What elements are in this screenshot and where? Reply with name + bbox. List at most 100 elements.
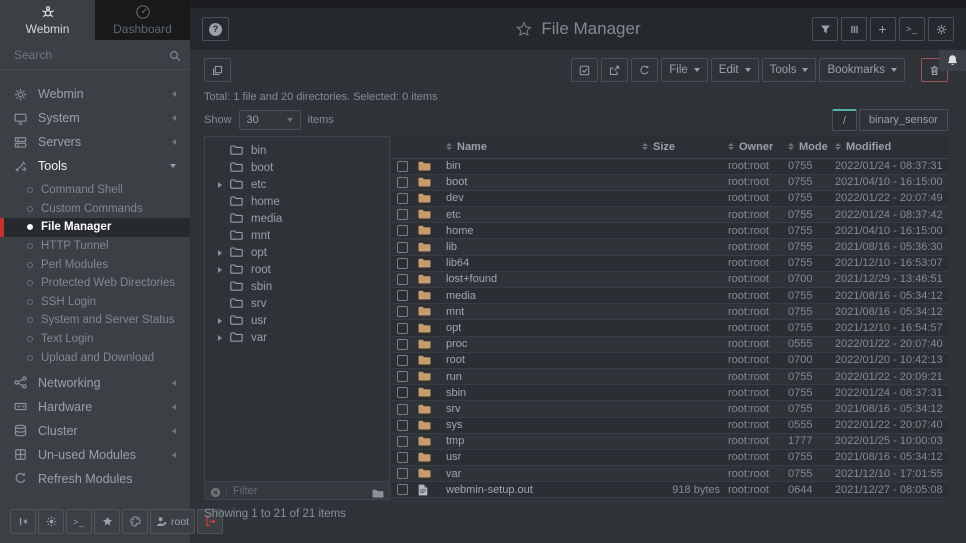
menu-file-button[interactable]: File xyxy=(661,58,708,82)
table-row-etc[interactable]: etcroot:root07552022/01/24 - 08:37:42 xyxy=(392,207,948,223)
terminal-button[interactable]: >_ xyxy=(899,17,925,41)
sort-icon[interactable] xyxy=(728,143,734,150)
cell-name[interactable]: sys xyxy=(446,417,642,433)
sort-icon[interactable] xyxy=(835,143,841,150)
row-checkbox[interactable] xyxy=(397,339,408,350)
tree-item-etc[interactable]: etc xyxy=(205,176,389,193)
row-checkbox[interactable] xyxy=(397,484,408,495)
tree-item-bin[interactable]: bin xyxy=(205,142,389,159)
cell-name[interactable]: proc xyxy=(446,336,642,352)
sidebar-item-hardware[interactable]: Hardware xyxy=(0,395,190,419)
notifications-tab[interactable] xyxy=(939,50,966,71)
sidebar-subitem-custom-commands[interactable]: Custom Commands xyxy=(0,200,190,219)
sort-icon[interactable] xyxy=(446,143,452,150)
sidebar-item-un-used-modules[interactable]: Un-used Modules xyxy=(0,443,190,467)
sidebar-subitem-command-shell[interactable]: Command Shell xyxy=(0,181,190,200)
sidebar-subitem-system-and-server-status[interactable]: System and Server Status xyxy=(0,311,190,330)
cell-name[interactable]: home xyxy=(446,223,642,239)
menu-bookmarks-button[interactable]: Bookmarks xyxy=(819,58,905,82)
tree-item-home[interactable]: home xyxy=(205,193,389,210)
cell-name[interactable]: bin xyxy=(446,158,642,174)
tree-item-srv[interactable]: srv xyxy=(205,295,389,312)
settings-button[interactable] xyxy=(928,17,954,41)
cell-name[interactable]: var xyxy=(446,466,642,482)
expand-caret-icon[interactable] xyxy=(218,267,230,273)
table-row-tmp[interactable]: tmproot:root17772022/01/25 - 10:00:03 xyxy=(392,433,948,449)
table-row-dev[interactable]: devroot:root07552022/01/22 - 20:07:49 xyxy=(392,190,948,206)
row-checkbox[interactable] xyxy=(397,436,408,447)
cell-name[interactable]: boot xyxy=(446,174,642,190)
theme-palette-button[interactable] xyxy=(122,509,148,534)
favorites-star-button[interactable] xyxy=(94,509,120,534)
cell-name[interactable]: webmin-setup.out xyxy=(446,482,642,498)
cell-name[interactable]: lost+found xyxy=(446,271,642,287)
sort-icon[interactable] xyxy=(788,143,794,150)
tree-item-mnt[interactable]: mnt xyxy=(205,227,389,244)
table-row-sys[interactable]: sysroot:root05552022/01/22 - 20:07:40 xyxy=(392,417,948,433)
cell-name[interactable]: media xyxy=(446,288,642,304)
share-button[interactable] xyxy=(601,58,628,82)
tree-item-sbin[interactable]: sbin xyxy=(205,278,389,295)
row-checkbox[interactable] xyxy=(397,225,408,236)
cell-name[interactable]: root xyxy=(446,352,642,368)
table-row-root[interactable]: rootroot:root07002022/01/20 - 10:42:13 xyxy=(392,352,948,368)
folder-goto-icon[interactable] xyxy=(372,486,384,496)
sidebar-item-servers[interactable]: Servers xyxy=(0,130,190,154)
search-input[interactable] xyxy=(14,48,169,62)
row-checkbox[interactable] xyxy=(397,274,408,285)
table-row-var[interactable]: varroot:root07552021/12/10 - 17:01:55 xyxy=(392,466,948,482)
table-row-sbin[interactable]: sbinroot:root07552022/01/24 - 08:37:31 xyxy=(392,385,948,401)
columns-button[interactable] xyxy=(841,17,867,41)
row-checkbox[interactable] xyxy=(397,355,408,366)
sidebar-item-networking[interactable]: Networking xyxy=(0,371,190,395)
table-row-mnt[interactable]: mntroot:root07552021/08/16 - 05:34:12 xyxy=(392,304,948,320)
select-all-button[interactable] xyxy=(571,58,598,82)
plus-button[interactable]: + xyxy=(870,17,896,41)
tree-item-opt[interactable]: opt xyxy=(205,244,389,261)
tree-item-root[interactable]: root xyxy=(205,261,389,278)
cell-name[interactable]: sbin xyxy=(446,385,642,401)
filter-button[interactable] xyxy=(812,17,838,41)
cell-name[interactable]: srv xyxy=(446,401,642,417)
sidebar-subitem-protected-web-directories[interactable]: Protected Web Directories xyxy=(0,274,190,293)
cell-name[interactable]: dev xyxy=(446,190,642,206)
row-checkbox[interactable] xyxy=(397,258,408,269)
column-header-size[interactable]: Size xyxy=(642,136,728,158)
brightness-button[interactable] xyxy=(38,509,64,534)
user-button[interactable]: root xyxy=(150,509,195,534)
table-row-media[interactable]: mediaroot:root07552021/08/16 - 05:34:12 xyxy=(392,288,948,304)
search-icon[interactable] xyxy=(169,49,181,61)
tab-dashboard[interactable]: Dashboard xyxy=(95,0,190,40)
menu-tools-button[interactable]: Tools xyxy=(762,58,817,82)
table-row-opt[interactable]: optroot:root07552021/12/10 - 16:54:57 xyxy=(392,320,948,336)
breadcrumb-segment[interactable]: / xyxy=(832,109,857,131)
tree-item-boot[interactable]: boot xyxy=(205,159,389,176)
row-checkbox[interactable] xyxy=(397,371,408,382)
table-row-lost-found[interactable]: lost+foundroot:root07002021/12/29 - 13:4… xyxy=(392,271,948,287)
column-header-modified[interactable]: Modified xyxy=(835,136,948,158)
row-checkbox[interactable] xyxy=(397,452,408,463)
cell-name[interactable]: usr xyxy=(446,449,642,465)
table-row-bin[interactable]: binroot:root07552022/01/24 - 08:37:31 xyxy=(392,158,948,174)
clear-filter-icon[interactable] xyxy=(210,485,221,496)
expand-caret-icon[interactable] xyxy=(218,182,230,188)
sidebar-item-cluster[interactable]: Cluster xyxy=(0,419,190,443)
cell-name[interactable]: tmp xyxy=(446,433,642,449)
table-row-boot[interactable]: bootroot:root07552021/04/10 - 16:15:00 xyxy=(392,174,948,190)
copy-window-button[interactable] xyxy=(204,58,231,82)
table-row-lib64[interactable]: lib64root:root07552021/12/10 - 16:53:07 xyxy=(392,255,948,271)
column-header-name[interactable]: Name xyxy=(446,136,642,158)
sidebar-item-webmin[interactable]: Webmin xyxy=(0,82,190,106)
page-size-select[interactable]: 30 xyxy=(239,110,301,130)
sidebar-item-tools[interactable]: Tools xyxy=(0,154,190,178)
favorite-star-icon[interactable] xyxy=(515,21,532,38)
expand-caret-icon[interactable] xyxy=(218,335,230,341)
row-checkbox[interactable] xyxy=(397,290,408,301)
table-row-webmin-setup-out[interactable]: webmin-setup.out918 bytesroot:root064420… xyxy=(392,482,948,498)
sidebar-subitem-file-manager[interactable]: File Manager xyxy=(0,218,190,237)
column-header-mode[interactable]: Mode xyxy=(788,136,835,158)
sidebar-subitem-text-login[interactable]: Text Login xyxy=(0,330,190,349)
tree-item-usr[interactable]: usr xyxy=(205,312,389,329)
tree-item-media[interactable]: media xyxy=(205,210,389,227)
menu-edit-button[interactable]: Edit xyxy=(711,58,759,82)
